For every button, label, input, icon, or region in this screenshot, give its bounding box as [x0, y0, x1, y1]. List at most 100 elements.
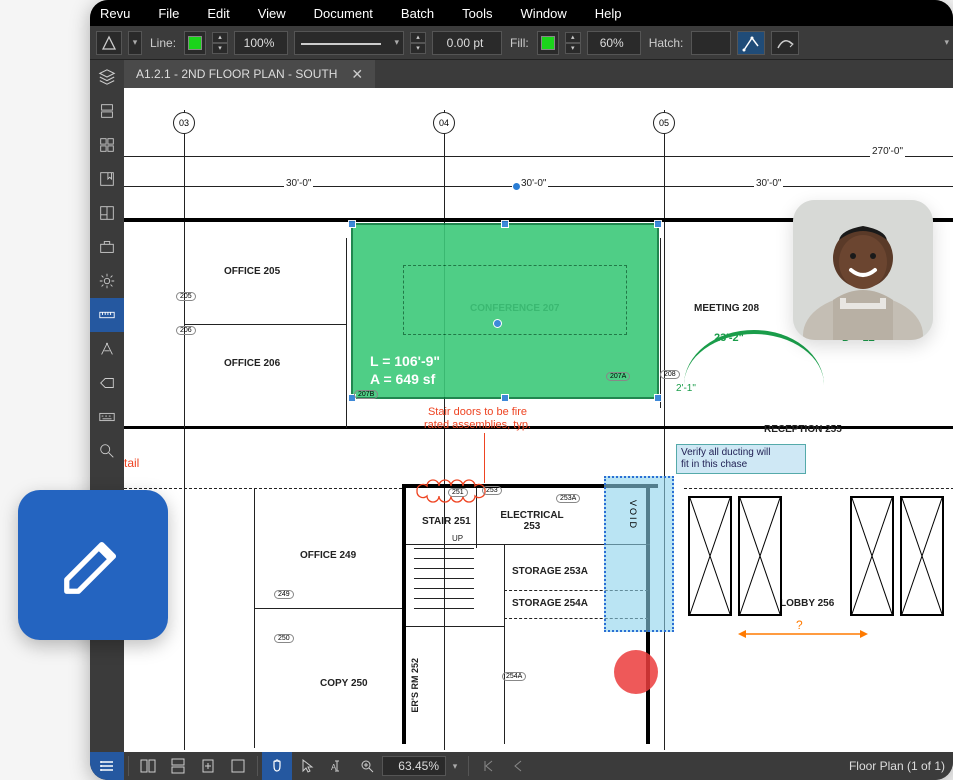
menu-document[interactable]: Document [314, 6, 373, 21]
dim-line [124, 156, 953, 157]
rail-toolbox-icon[interactable] [90, 230, 124, 264]
door-tag: 253 [482, 486, 502, 495]
rail-tag-icon[interactable] [90, 366, 124, 400]
hatch-dropdown[interactable]: ▾ [691, 31, 731, 55]
door-tag: 205 [176, 292, 196, 301]
room-storage253a: STORAGE 253A [512, 566, 588, 577]
room-stair251: STAIR 251 [422, 516, 471, 527]
tab-title: A1.2.1 - 2ND FLOOR PLAN - SOUTH [136, 67, 337, 81]
width-spinner[interactable]: ▴▾ [410, 32, 426, 54]
menu-file[interactable]: File [158, 6, 179, 21]
room-storage254a: STORAGE 254A [512, 598, 588, 609]
blue-callout[interactable]: Verify all ducting will fit in this chas… [676, 444, 806, 474]
line-label: Line: [150, 36, 176, 50]
curve-tool-icon[interactable] [771, 31, 799, 55]
red-callout[interactable]: Stair doors to be fire rated assemblies,… [424, 406, 531, 432]
tab-bar: A1.2.1 - 2ND FLOOR PLAN - SOUTH ✕ [124, 60, 953, 88]
rail-grid-icon[interactable] [90, 128, 124, 162]
room-reception255: RECEPTION 255 [764, 424, 842, 435]
dim-23-2: 23'-2" [714, 332, 744, 344]
zoom-dropdown[interactable]: ▾ [446, 752, 464, 780]
dim-2-1: 2'-1" [676, 383, 696, 394]
menu-tools[interactable]: Tools [462, 6, 492, 21]
dash-line [124, 488, 402, 489]
rail-bookmark-icon[interactable] [90, 162, 124, 196]
menu-window[interactable]: Window [521, 6, 567, 21]
menu-edit[interactable]: Edit [207, 6, 229, 21]
grid-line [184, 110, 185, 750]
opacity1-spinner[interactable]: ▴▾ [212, 32, 228, 54]
void-label: VOID [628, 500, 638, 530]
rail-measure-icon[interactable] [90, 298, 124, 332]
zoom-icon[interactable] [352, 752, 382, 780]
menu-bar: Revu File Edit View Document Batch Tools… [90, 0, 953, 26]
pan-hand-icon[interactable] [262, 752, 292, 780]
rail-spaces-icon[interactable] [90, 196, 124, 230]
user-avatar[interactable] [793, 200, 933, 340]
shape-dropdown[interactable]: ▾ [128, 31, 142, 55]
prev-page-icon[interactable] [503, 752, 533, 780]
room-rm252: ER'S RM 252 [410, 658, 420, 713]
drawing-canvas[interactable]: 03 04 05 270'-0" 30'-0" 30'-0" 30'-0" [124, 88, 953, 752]
unsplit-icon[interactable] [223, 752, 253, 780]
content-row: A1.2.1 - 2ND FLOOR PLAN - SOUTH ✕ 03 04 … [90, 60, 953, 752]
red-circle-markup[interactable] [614, 650, 658, 694]
markup-app-tile[interactable] [18, 490, 168, 640]
rail-search-icon[interactable] [90, 434, 124, 468]
line-color[interactable] [184, 31, 206, 55]
left-rail [90, 60, 124, 752]
snap-tool-icon[interactable] [737, 31, 765, 55]
arrow-cursor-icon[interactable] [292, 752, 322, 780]
page-add-icon[interactable] [193, 752, 223, 780]
opacity2-spinner[interactable]: ▴▾ [565, 32, 581, 54]
menu-view[interactable]: View [258, 6, 286, 21]
main-area: A1.2.1 - 2ND FLOOR PLAN - SOUTH ✕ 03 04 … [124, 60, 953, 752]
wall [184, 324, 346, 325]
list-icon[interactable] [90, 752, 124, 780]
rail-thumbnails-icon[interactable] [90, 94, 124, 128]
fill-label: Fill: [510, 36, 529, 50]
split-horizontal-icon[interactable] [163, 752, 193, 780]
opacity2-field[interactable]: 60% [587, 31, 641, 55]
rail-keyboard-icon[interactable] [90, 400, 124, 434]
wall [254, 608, 402, 609]
dim-30b: 30'-0" [519, 178, 548, 189]
orange-dim-label: ? [796, 618, 803, 632]
door-tag: 208 [660, 370, 680, 379]
wall [254, 488, 255, 748]
rail-gear-icon[interactable] [90, 264, 124, 298]
fill-color[interactable] [537, 31, 559, 55]
annotation-length: L = 106'-9" [370, 353, 440, 369]
split-vertical-icon[interactable] [133, 752, 163, 780]
page-info: Floor Plan (1 of 1) [849, 759, 953, 773]
hatch-label: Hatch: [649, 36, 684, 50]
first-page-icon[interactable] [473, 752, 503, 780]
orange-dim[interactable] [738, 626, 868, 642]
menu-help[interactable]: Help [595, 6, 622, 21]
room-lobby256: LOBBY 256 [780, 598, 834, 609]
line-width-field[interactable]: 0.00 pt [432, 31, 502, 55]
zoom-field[interactable]: 63.45% [382, 756, 446, 776]
document-tab[interactable]: A1.2.1 - 2ND FLOOR PLAN - SOUTH ✕ [124, 60, 375, 88]
dim-30a: 30'-0" [284, 178, 313, 189]
text-cursor-icon[interactable]: A [322, 752, 352, 780]
partial-text: tail [124, 456, 139, 470]
menu-batch[interactable]: Batch [401, 6, 434, 21]
opacity1-field[interactable]: 100% [234, 31, 288, 55]
door-tag: 253A [556, 494, 580, 503]
line-style[interactable]: ▾ [294, 31, 404, 55]
rail-layers-icon[interactable] [90, 60, 124, 94]
dim-30c: 30'-0" [754, 178, 783, 189]
stair [414, 548, 474, 624]
rail-pen-icon[interactable] [90, 332, 124, 366]
wall [504, 544, 505, 744]
selection-handle[interactable] [512, 182, 521, 191]
door-tag: 254A [502, 672, 526, 681]
menu-revu[interactable]: Revu [100, 6, 130, 21]
close-icon[interactable]: ✕ [351, 66, 363, 83]
wall [660, 238, 661, 408]
chase-highlight[interactable] [604, 476, 674, 632]
shape-tool[interactable] [96, 31, 122, 55]
wall [402, 484, 406, 744]
room-office249: OFFICE 249 [300, 550, 356, 561]
